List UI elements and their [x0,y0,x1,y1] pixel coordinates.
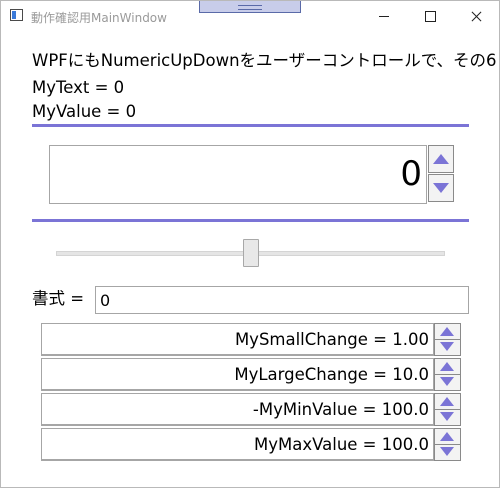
down-arrow-icon[interactable] [440,342,454,351]
mytext-label: MyText = 0 [32,78,125,97]
setting-label: MyLargeChange = 10.0 [234,365,429,384]
setting-spin-button[interactable] [434,393,461,426]
setting-label: MySmallChange = 1.00 [234,330,429,349]
down-arrow-icon [433,183,449,193]
myvalue-label: MyValue = 0 [32,102,137,121]
spin-divider [435,444,460,445]
setting-label: MyMaxValue = 100.0 [254,435,429,454]
setting-row-maxvalue: MyMaxValue = 100.0 [41,428,461,461]
setting-spin-button[interactable] [434,428,461,461]
up-arrow-icon[interactable] [440,327,454,336]
format-label: 書式 = [32,289,85,308]
maximize-button[interactable] [407,1,453,32]
setting-textbox[interactable]: MyMaxValue = 100.0 [41,428,434,461]
spin-divider [435,339,460,340]
format-input[interactable] [95,286,469,314]
up-arrow-icon[interactable] [440,432,454,441]
window-title: 動作確認用MainWindow [31,11,167,25]
up-arrow-icon[interactable] [440,362,454,371]
down-arrow-icon[interactable] [440,377,454,386]
numeric-up-button[interactable] [428,145,454,173]
setting-row-largechange: MyLargeChange = 10.0 [41,358,461,391]
close-button[interactable] [453,1,499,32]
setting-spin-button[interactable] [434,358,461,391]
main-window: 動作確認用MainWindow WPFにもNumericUpDownをユーザーコ… [0,0,500,488]
heading-text: WPFにもNumericUpDownをユーザーコントロールで、その6 [32,51,497,70]
up-arrow-icon [433,154,449,164]
setting-textbox[interactable]: MyLargeChange = 10.0 [41,358,434,391]
title-bar[interactable]: 動作確認用MainWindow [1,1,499,32]
value-slider-thumb[interactable] [242,239,259,267]
setting-spin-button[interactable] [434,323,461,356]
setting-row-minvalue: -MyMinValue = 100.0 [41,393,461,426]
spin-divider [435,374,460,375]
down-arrow-icon[interactable] [440,447,454,456]
numeric-down-button[interactable] [428,174,454,202]
spin-divider [435,409,460,410]
numeric-updown-value: 0 [400,154,422,194]
down-arrow-icon[interactable] [440,412,454,421]
caption-handle[interactable] [199,1,301,13]
separator-top [32,124,469,127]
separator-bottom [32,219,469,222]
numeric-updown-textbox[interactable]: 0 [49,145,427,204]
up-arrow-icon[interactable] [440,397,454,406]
window-app-icon [10,9,23,21]
setting-row-smallchange: MySmallChange = 1.00 [41,323,461,356]
minimize-button[interactable] [361,1,407,32]
setting-label: -MyMinValue = 100.0 [252,400,429,419]
setting-textbox[interactable]: MySmallChange = 1.00 [41,323,434,356]
setting-textbox[interactable]: -MyMinValue = 100.0 [41,393,434,426]
